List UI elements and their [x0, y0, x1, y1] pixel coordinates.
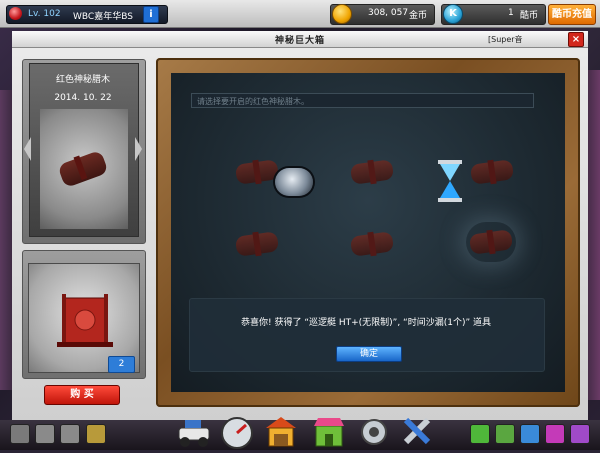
recharge-button[interactable]: 酷币充值 — [548, 4, 596, 25]
red-log-icon — [234, 231, 280, 257]
red-log-icon — [468, 229, 514, 255]
mystery-log-slot[interactable] — [347, 152, 397, 192]
close-button[interactable]: × — [568, 32, 584, 47]
confirm-button[interactable]: 确定 — [336, 346, 402, 362]
garage-icon[interactable] — [262, 412, 300, 450]
player-nickname: WBC嘉年华BS — [73, 12, 133, 22]
fullscreen-icon[interactable] — [10, 424, 30, 444]
arrow-left-icon[interactable] — [24, 137, 31, 161]
reward-car-slot — [269, 162, 319, 202]
mystery-log-slot[interactable] — [232, 224, 282, 264]
notes-icon[interactable] — [86, 424, 106, 444]
item-picture — [40, 109, 128, 229]
gold-coin-label: 金币 — [409, 11, 428, 21]
red-log-icon — [349, 159, 395, 185]
back-icon[interactable] — [60, 424, 80, 444]
alert-icon[interactable] — [470, 424, 490, 444]
arrow-right-icon[interactable] — [135, 137, 142, 161]
hint-field: 请选择要开启的红色神秘腊木。 — [191, 93, 534, 108]
red-log-icon — [469, 159, 515, 185]
gold-coin-value: 308, 057 — [368, 8, 409, 18]
rank-gem-icon — [9, 7, 22, 20]
buy-button[interactable]: 购 买 — [44, 385, 120, 405]
super-tag: [Super音 — [488, 35, 523, 44]
item-date: 2014. 10. 22 — [54, 93, 112, 103]
item-name: 红色神秘腊木 — [55, 75, 110, 85]
friends-icon[interactable] — [495, 424, 515, 444]
k-coin-value: 1 — [508, 8, 514, 18]
hourglass-icon — [438, 160, 462, 202]
gold-coin-icon — [332, 4, 352, 24]
speedometer-icon[interactable] — [218, 412, 256, 450]
mystery-log-slot[interactable] — [347, 224, 397, 264]
mystery-log-slot-selected[interactable] — [466, 222, 516, 262]
shop-icon[interactable] — [310, 412, 348, 450]
k-coin-label: 酷币 — [520, 11, 539, 21]
mystery-log-slot[interactable] — [467, 152, 517, 192]
mail-icon[interactable] — [520, 424, 540, 444]
options-icon[interactable] — [570, 424, 590, 444]
tools-wrench-icon[interactable] — [398, 412, 436, 450]
k-coin-icon: K — [443, 4, 463, 24]
item-count-badge: 2 — [108, 356, 135, 373]
reward-message: 恭喜你! 获得了 “巡逻艇 HT+(无限制)”, “时间沙漏(1个)” 道具 — [240, 318, 491, 328]
red-log-icon — [57, 149, 109, 189]
patrol-boat-icon — [275, 168, 313, 196]
home-icon[interactable] — [35, 424, 55, 444]
settings-gear-icon[interactable] — [355, 412, 393, 450]
player-info-button[interactable]: i — [143, 6, 159, 23]
red-log-icon — [349, 231, 395, 257]
player-level: Lv. 102 — [28, 9, 61, 19]
search-icon[interactable] — [545, 424, 565, 444]
kart-race-icon[interactable] — [175, 412, 213, 450]
